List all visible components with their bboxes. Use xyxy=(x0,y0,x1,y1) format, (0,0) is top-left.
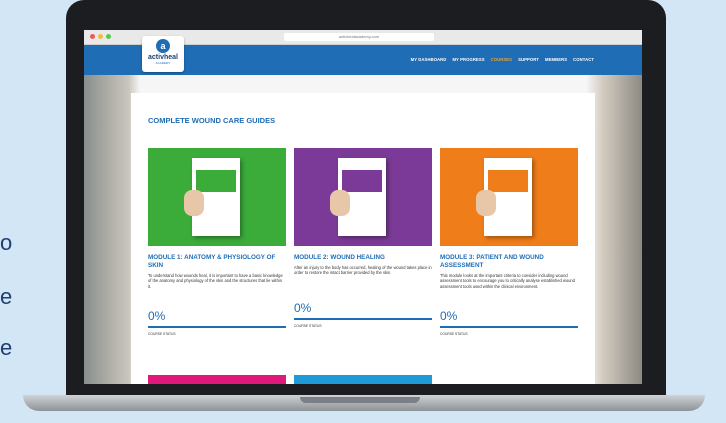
module-card-4-preview[interactable] xyxy=(148,375,286,384)
module-1-title[interactable]: MODULE 1: ANATOMY & PHYSIOLOGY OF SKIN xyxy=(148,254,286,270)
laptop-screen: activhealacademy.com MY DASHBOARD MY PRO… xyxy=(84,30,642,384)
module-card-2[interactable]: MODULE 2: WOUND HEALING After an injury … xyxy=(294,148,432,328)
module-1-status: COURSE STATUS xyxy=(148,332,176,336)
module-1-progress: 0% xyxy=(148,309,166,323)
minimize-window-icon[interactable] xyxy=(98,34,103,39)
module-3-description: This module looks at the important crite… xyxy=(440,273,575,289)
module-1-progress-bar xyxy=(148,326,286,328)
site-logo[interactable]: a activheal ACADEMY xyxy=(142,36,184,72)
hand-icon xyxy=(476,190,496,216)
nav-contact[interactable]: CONTACT xyxy=(573,57,594,62)
module-3-status: COURSE STATUS xyxy=(440,332,468,336)
module-1-image[interactable] xyxy=(148,148,286,246)
hand-icon xyxy=(184,190,204,216)
address-bar[interactable]: activhealacademy.com xyxy=(284,33,434,41)
logo-subtitle: ACADEMY xyxy=(155,61,171,65)
module-2-status: COURSE STATUS xyxy=(294,324,322,328)
module-2-progress: 0% xyxy=(294,301,312,315)
cropped-text-fragment-2: e xyxy=(0,284,13,309)
hand-icon xyxy=(330,190,350,216)
nav-support[interactable]: SUPPORT xyxy=(518,57,539,62)
module-3-title[interactable]: MODULE 3: PATIENT AND WOUND ASSESSMENT xyxy=(440,254,578,270)
module-card-1[interactable]: MODULE 1: ANATOMY & PHYSIOLOGY OF SKIN T… xyxy=(148,148,286,336)
logo-mark: a xyxy=(156,39,170,53)
module-card-3[interactable]: MODULE 3: PATIENT AND WOUND ASSESSMENT T… xyxy=(440,148,578,336)
module-3-progress: 0% xyxy=(440,309,458,323)
logo-name: activheal xyxy=(148,54,178,61)
module-card-5-preview[interactable] xyxy=(294,375,432,384)
nav-courses[interactable]: COURSES xyxy=(491,57,512,62)
laptop-notch xyxy=(300,397,420,403)
module-3-image[interactable] xyxy=(440,148,578,246)
module-2-image[interactable] xyxy=(294,148,432,246)
nav-members[interactable]: MEMBERS xyxy=(545,57,567,62)
page-title: COMPLETE WOUND CARE GUIDES xyxy=(148,116,276,125)
module-2-title[interactable]: MODULE 2: WOUND HEALING xyxy=(294,254,432,262)
module-3-progress-bar xyxy=(440,326,578,328)
module-1-description: To understand how wounds heal, it is imp… xyxy=(148,273,283,289)
cropped-text-fragment-3: e xyxy=(0,335,13,360)
cropped-text-fragment-1: o xyxy=(0,230,13,255)
nav-menu: MY DASHBOARD MY PROGRESS COURSES SUPPORT… xyxy=(411,57,594,62)
close-window-icon[interactable] xyxy=(90,34,95,39)
nav-my-dashboard[interactable]: MY DASHBOARD xyxy=(411,57,447,62)
nav-my-progress[interactable]: MY PROGRESS xyxy=(452,57,484,62)
module-2-progress-bar xyxy=(294,318,432,320)
maximize-window-icon[interactable] xyxy=(106,34,111,39)
module-2-description: After an injury to the body has occurred… xyxy=(294,265,432,276)
